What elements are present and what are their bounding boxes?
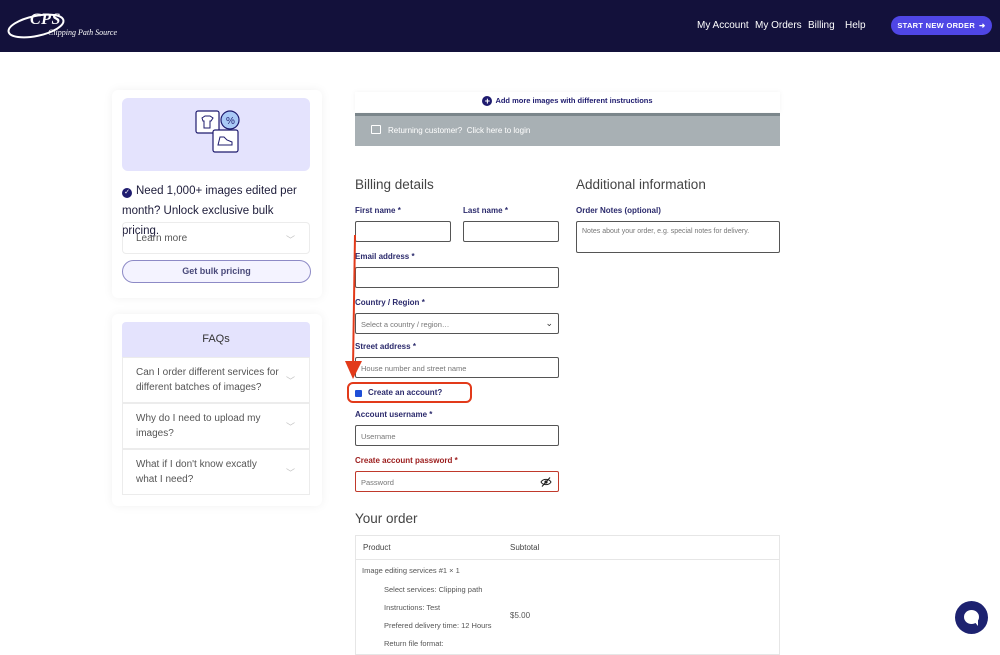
street-address-placeholder: House number and street name	[361, 364, 467, 373]
annotation-arrow-icon	[345, 234, 362, 379]
username-placeholder: Username	[361, 432, 396, 441]
order-table-header: Product Subtotal	[356, 536, 779, 560]
learn-more-accordion[interactable]: Learn more ﹀	[122, 222, 310, 254]
order-item-name: Image editing services #1 × 1	[362, 566, 460, 575]
nav-my-account[interactable]: My Account	[697, 20, 749, 31]
logo-subtitle: Clipping Path Source	[48, 28, 118, 37]
country-select-value: Select a country / region…	[361, 320, 450, 329]
nav-billing[interactable]: Billing	[808, 20, 835, 31]
nav-my-orders[interactable]: My Orders	[755, 20, 802, 31]
create-account-checkbox[interactable]: Create an account?	[347, 382, 472, 403]
faq-card: FAQs Can I order different services for …	[112, 314, 322, 506]
cps-logo[interactable]: CPS Clipping Path Source	[6, 11, 118, 41]
start-new-order-label: START NEW ORDER	[897, 21, 976, 30]
window-icon	[371, 125, 381, 134]
arrow-right-icon: ➜	[979, 21, 986, 30]
chevron-down-icon: ﹀	[285, 235, 295, 245]
last-name-label: Last name *	[463, 206, 508, 215]
order-item-detail: Select services: Clipping path	[384, 585, 483, 594]
order-notes-label: Order Notes (optional)	[576, 206, 661, 215]
bulk-pricing-card: % ✓ Need 1,000+ images edited per month? …	[112, 90, 322, 298]
faq-item[interactable]: What if I don't know excatly what I need…	[122, 449, 310, 495]
faq-item[interactable]: Can I order different services for diffe…	[122, 357, 310, 403]
svg-text:%: %	[226, 116, 235, 127]
chevron-down-icon: ﹀	[285, 376, 295, 386]
returning-customer-notice: Returning customer? Click here to login	[355, 113, 780, 146]
promo-illustration: %	[122, 98, 310, 171]
learn-more-label: Learn more	[136, 233, 188, 244]
checkbox-checked-icon	[355, 390, 362, 397]
returning-text: Returning customer?	[388, 126, 463, 135]
chat-widget-button[interactable]	[955, 601, 988, 634]
order-notes-placeholder: Notes about your order, e.g. special not…	[582, 228, 750, 235]
check-circle-icon: ✓	[122, 188, 132, 198]
street-address-field[interactable]: House number and street name	[355, 357, 559, 378]
subtotal-column-header: Subtotal	[510, 543, 540, 552]
first-name-label: First name *	[355, 206, 401, 215]
faq-question: Why do I need to upload my images?	[136, 413, 261, 439]
chevron-down-icon: ﹀	[285, 422, 295, 432]
last-name-field[interactable]	[463, 221, 559, 242]
your-order-heading: Your order	[355, 511, 418, 526]
username-label: Account username *	[355, 410, 433, 419]
faq-item[interactable]: Why do I need to upload my images? ﹀	[122, 403, 310, 449]
eye-slash-icon[interactable]	[540, 476, 552, 488]
add-more-images-link[interactable]: + Add more images with different instruct…	[355, 92, 780, 112]
order-summary-table: Product Subtotal Image editing services …	[355, 535, 780, 655]
faq-question: What if I don't know excatly what I need…	[136, 459, 257, 485]
nav-help[interactable]: Help	[845, 20, 866, 31]
get-bulk-pricing-button[interactable]: Get bulk pricing	[122, 260, 311, 283]
create-account-label: Create an account?	[368, 388, 443, 397]
faq-title: FAQs	[122, 322, 310, 357]
chevron-down-icon: ﹀	[285, 468, 295, 478]
order-item-detail: Prefered delivery time: 12 Hours	[384, 621, 492, 630]
password-field[interactable]: Password	[355, 471, 559, 492]
country-select[interactable]: Select a country / region… ⌄	[355, 313, 559, 334]
password-placeholder: Password	[361, 478, 394, 487]
top-navigation-bar: CPS Clipping Path Source My Account My O…	[0, 0, 1000, 52]
billing-details-heading: Billing details	[355, 177, 434, 192]
additional-information-heading: Additional information	[576, 177, 706, 192]
logo-text: CPS	[30, 11, 61, 28]
faq-question: Can I order different services for diffe…	[136, 367, 279, 393]
product-column-header: Product	[363, 543, 391, 552]
email-field[interactable]	[355, 267, 559, 288]
username-field[interactable]: Username	[355, 425, 559, 446]
start-new-order-button[interactable]: START NEW ORDER ➜	[891, 16, 992, 35]
password-label: Create account password *	[355, 456, 458, 465]
login-link[interactable]: Click here to login	[467, 126, 531, 135]
product-images-icon: %	[195, 110, 240, 153]
order-item-price: $5.00	[510, 611, 531, 620]
order-notes-field[interactable]: Notes about your order, e.g. special not…	[576, 221, 780, 253]
order-item-detail: Instructions: Test	[384, 603, 441, 612]
chevron-down-icon: ⌄	[545, 318, 553, 328]
plus-circle-icon: +	[482, 96, 493, 106]
